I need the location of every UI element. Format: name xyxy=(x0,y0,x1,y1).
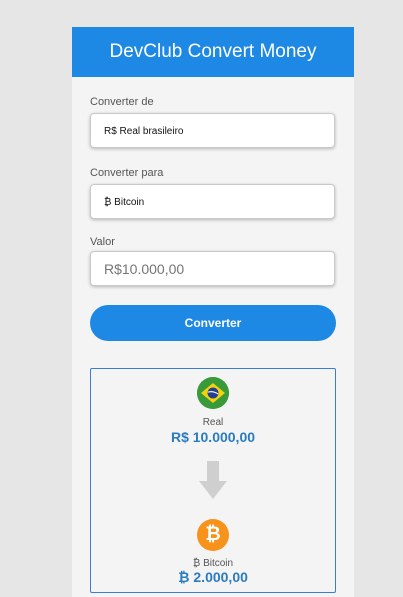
convert-button[interactable]: Converter xyxy=(90,305,336,341)
value-input[interactable] xyxy=(90,251,335,286)
to-currency-value: ₿ 2.000,00 xyxy=(178,569,248,585)
arrow-down-icon xyxy=(199,461,227,501)
bitcoin-icon: ₿ xyxy=(197,519,229,551)
from-currency-value: R$ 10.000,00 xyxy=(170,429,256,445)
converter-card: DevClub Convert Money Converter de R$ Re… xyxy=(72,27,354,597)
to-currency-name: ₿ Bitcoin xyxy=(192,558,234,569)
to-currency-select[interactable]: ₿ Bitcoin xyxy=(90,184,335,219)
app-title: DevClub Convert Money xyxy=(72,27,354,77)
to-currency-label: Converter para xyxy=(90,167,164,179)
from-currency-select[interactable]: R$ Real brasileiro xyxy=(90,113,335,148)
value-label: Valor xyxy=(90,236,115,248)
from-currency-label: Converter de xyxy=(90,96,154,108)
brazil-flag-icon xyxy=(197,377,229,409)
conversion-result: Real R$ 10.000,00 ₿ ₿ Bitcoin ₿ 2.000,00 xyxy=(90,368,336,593)
from-currency-name: Real xyxy=(202,417,224,428)
